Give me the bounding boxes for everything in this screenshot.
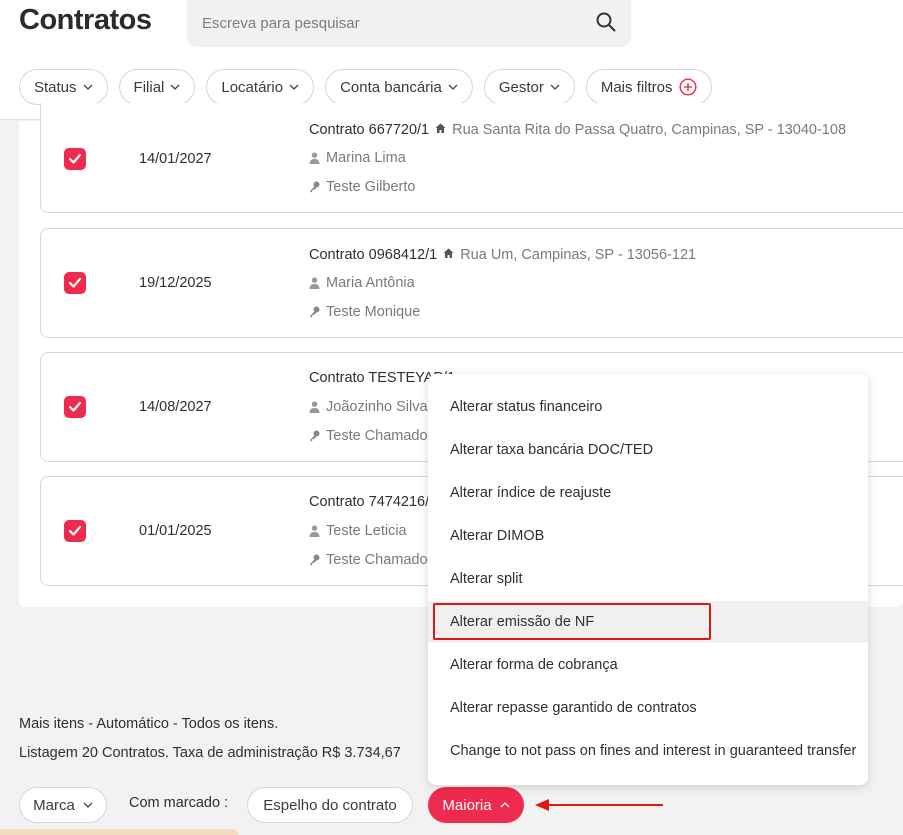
chevron-up-icon (500, 802, 510, 808)
annotation-arrow-icon (535, 799, 663, 811)
more-items-text: Mais itens - Automático - Todos os itens… (19, 716, 279, 732)
person-icon (309, 525, 320, 537)
key-holder-name: Teste Gilberto (326, 179, 416, 195)
key-icon (310, 181, 320, 193)
owner-name: Marina Lima (326, 150, 406, 166)
filter-status[interactable]: Status (19, 69, 108, 105)
contract-title-line: Contrato 667720/1 Rua Santa Rita do Passa… (309, 122, 846, 138)
filter-more[interactable]: Mais filtros (585, 69, 712, 105)
contract-date: 14/08/2027 (139, 399, 212, 415)
contract-address: Rua Santa Rita do Passa Quatro, Campinas… (452, 122, 847, 138)
contract-key-holder: Teste Chamado (309, 552, 428, 568)
contract-address: Rua Um, Campinas, SP - 13056-121 (460, 247, 697, 263)
contract-owner: Maria Antônia (309, 275, 415, 291)
chevron-down-icon (448, 84, 458, 90)
menu-item-alterar-emissao-nf[interactable]: Alterar emissão de NF (428, 601, 868, 643)
contract-title-line: Contrato 0968412/1 Rua Um, Campinas, SP -… (309, 247, 696, 263)
contract-owner: Marina Lima (309, 150, 406, 166)
page-header: Contratos Status Filial Locatário Conta … (0, 0, 903, 120)
search-input[interactable] (187, 0, 577, 47)
home-icon (443, 248, 454, 258)
menu-item-change-fines-interest[interactable]: Change to not pass on fines and interest… (428, 730, 868, 772)
menu-item-alterar-indice-reajuste[interactable]: Alterar índice de reajuste (428, 472, 868, 514)
home-icon (435, 123, 446, 133)
filter-label: Filial (133, 78, 165, 96)
menu-item-alterar-split[interactable]: Alterar split (428, 558, 868, 600)
contract-title-line: Contrato 7474216/1 (309, 494, 437, 510)
filter-label: Conta bancária (340, 78, 442, 96)
owner-name: Teste Leticia (326, 523, 407, 539)
filter-label: Status (34, 78, 77, 96)
filter-label: Gestor (498, 78, 544, 96)
contract-number[interactable]: Contrato 0968412/1 (309, 247, 437, 263)
bulk-actions-menu: Alterar status financeiro Alterar taxa b… (428, 374, 868, 785)
contract-card[interactable]: 14/01/2027 Contrato 667720/1 Rua Santa Ri… (40, 103, 903, 213)
contract-checkbox[interactable] (64, 148, 86, 170)
contract-checkbox[interactable] (64, 272, 86, 294)
menu-item-alterar-repasse-garantido[interactable]: Alterar repasse garantido de contratos (428, 687, 868, 729)
page-title: Contratos (19, 4, 152, 36)
menu-item-alterar-forma-cobranca[interactable]: Alterar forma de cobrança (428, 644, 868, 686)
person-icon (309, 277, 320, 289)
chevron-down-icon (83, 802, 93, 808)
contract-card[interactable]: 19/12/2025 Contrato 0968412/1 Rua Um, Cam… (40, 228, 903, 338)
filter-gestor[interactable]: Gestor (483, 69, 575, 105)
key-holder-name: Teste Chamado (326, 552, 428, 568)
owner-name: Joãozinho Silva (326, 399, 428, 415)
contract-owner: Joãozinho Silva (309, 399, 428, 415)
contract-owner: Teste Leticia (309, 523, 407, 539)
chevron-down-icon (83, 84, 92, 90)
menu-item-alterar-status-financeiro[interactable]: Alterar status financeiro (428, 386, 868, 428)
contract-number[interactable]: Contrato 7474216/1 (309, 494, 437, 510)
key-icon (310, 306, 320, 318)
contract-key-holder: Teste Monique (309, 304, 420, 320)
check-icon (68, 525, 82, 536)
bottom-strip (0, 829, 238, 835)
search-icon[interactable] (595, 11, 617, 33)
contract-number[interactable]: Contrato 667720/1 (309, 122, 429, 138)
contract-checkbox[interactable] (64, 520, 86, 542)
majority-label: Maioria (442, 796, 492, 814)
brand-button[interactable]: Marca (19, 787, 107, 823)
contract-checkbox[interactable] (64, 396, 86, 418)
key-icon (310, 554, 320, 566)
listing-summary: Listagem 20 Contratos. Taxa de administr… (19, 745, 401, 761)
filter-label: Mais filtros (600, 78, 673, 96)
menu-item-alterar-dimob[interactable]: Alterar DIMOB (428, 515, 868, 557)
filter-conta-bancaria[interactable]: Conta bancária (325, 69, 473, 105)
person-icon (309, 152, 320, 164)
chevron-down-icon (550, 84, 560, 90)
chevron-down-icon (289, 84, 299, 90)
contract-key-holder: Teste Chamado (309, 428, 428, 444)
filter-label: Locatário (221, 78, 284, 96)
check-icon (68, 401, 82, 412)
search-box (187, 0, 631, 47)
brand-label: Marca (33, 796, 75, 814)
chevron-down-icon (170, 84, 180, 90)
key-holder-name: Teste Monique (326, 304, 421, 320)
plus-circle-icon (679, 78, 697, 96)
filter-filial[interactable]: Filial (118, 69, 196, 105)
key-icon (310, 430, 320, 442)
menu-item-alterar-taxa-bancaria[interactable]: Alterar taxa bancária DOC/TED (428, 429, 868, 471)
contract-mirror-button[interactable]: Espelho do contrato (247, 787, 413, 823)
contract-key-holder: Teste Gilberto (309, 179, 415, 195)
filter-bar: Status Filial Locatário Conta bancária G… (19, 69, 712, 105)
key-holder-name: Teste Chamado (326, 428, 428, 444)
filter-locatario[interactable]: Locatário (206, 69, 315, 105)
check-icon (68, 153, 82, 164)
contract-date: 14/01/2027 (139, 151, 212, 167)
with-checked-label: Com marcado : (129, 795, 229, 811)
owner-name: Maria Antônia (326, 275, 415, 291)
contract-date: 01/01/2025 (139, 523, 212, 539)
check-icon (68, 277, 82, 288)
person-icon (309, 401, 320, 413)
majority-actions-button[interactable]: Maioria (428, 787, 524, 823)
contract-date: 19/12/2025 (139, 275, 212, 291)
